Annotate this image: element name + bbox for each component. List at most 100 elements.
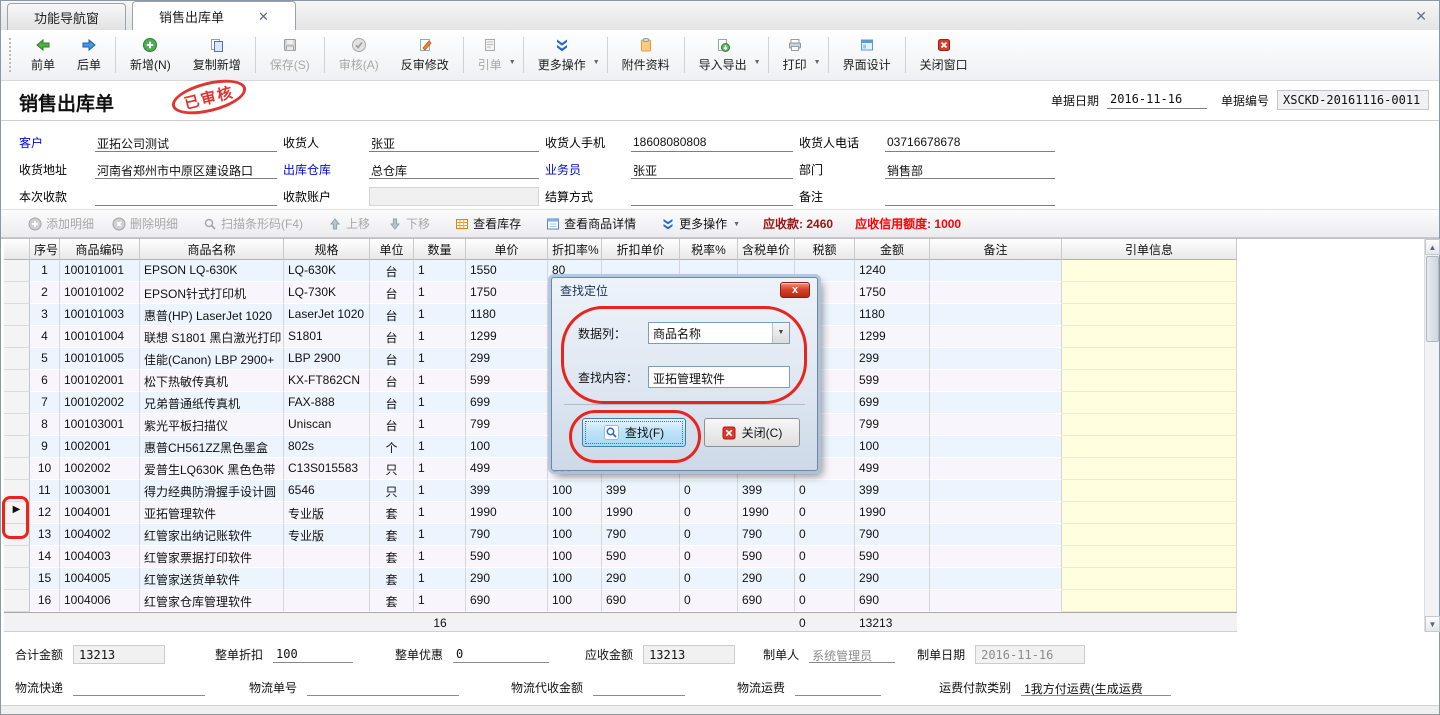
- cell-spec[interactable]: 802s: [284, 436, 370, 458]
- cell-disc_price[interactable]: 790: [602, 524, 680, 546]
- window-close-icon[interactable]: ✕: [1415, 8, 1427, 25]
- cell-ref[interactable]: [1062, 304, 1237, 326]
- cell-amount[interactable]: 1299: [855, 326, 930, 348]
- cell-qty[interactable]: 1: [414, 436, 466, 458]
- cell-note[interactable]: [930, 546, 1062, 568]
- cell-price[interactable]: 799: [466, 414, 548, 436]
- cell-code[interactable]: 1002002: [60, 458, 140, 480]
- cell-unit[interactable]: 台: [370, 392, 414, 414]
- salesman-field[interactable]: 张亚: [631, 161, 793, 179]
- delete-row-button[interactable]: 删除明细: [103, 215, 187, 232]
- cell-unit[interactable]: 个: [370, 436, 414, 458]
- cell-tax_amount[interactable]: 0: [795, 480, 855, 502]
- cell-qty[interactable]: 1: [414, 524, 466, 546]
- cell-unit[interactable]: 台: [370, 370, 414, 392]
- consignee-mobile-field[interactable]: 18608080808: [631, 134, 793, 152]
- cell-name[interactable]: 红管家送货单软件: [140, 568, 284, 590]
- cell-amount[interactable]: 399: [855, 480, 930, 502]
- cell-ref[interactable]: [1062, 282, 1237, 304]
- cell-tax_price[interactable]: 290: [738, 568, 795, 590]
- cell-note[interactable]: [930, 458, 1062, 480]
- cell-qty[interactable]: 1: [414, 414, 466, 436]
- cell-price[interactable]: 1550: [466, 260, 548, 282]
- cell-spec[interactable]: [284, 568, 370, 590]
- row-selector[interactable]: [4, 590, 30, 612]
- cell-ref[interactable]: [1062, 436, 1237, 458]
- cell-spec[interactable]: C13S015583: [284, 458, 370, 480]
- cell-amount[interactable]: 799: [855, 414, 930, 436]
- column-header-amount[interactable]: 金额: [855, 239, 930, 260]
- cell-tax_amount[interactable]: 0: [795, 546, 855, 568]
- dialog-close-icon[interactable]: x: [780, 282, 810, 298]
- cell-qty[interactable]: 1: [414, 348, 466, 370]
- more-actions2-button[interactable]: 更多操作 ▼: [652, 215, 749, 232]
- add-row-button[interactable]: 添加明细: [19, 215, 103, 232]
- cell-disc_price[interactable]: 290: [602, 568, 680, 590]
- cell-disc_rate[interactable]: 100: [548, 546, 602, 568]
- cell-unit[interactable]: 只: [370, 458, 414, 480]
- cell-qty[interactable]: 1: [414, 370, 466, 392]
- cell-ref[interactable]: [1062, 524, 1237, 546]
- table-row[interactable]: ▶121004001亚拓管理软件专业版套11990100199001990019…: [4, 502, 1237, 524]
- cell-amount[interactable]: 690: [855, 590, 930, 612]
- cell-name[interactable]: 联想 S1801 黑白激光打印: [140, 326, 284, 348]
- print-button[interactable]: 打印: [772, 33, 818, 77]
- row-selector[interactable]: [4, 546, 30, 568]
- column-header-disc_price[interactable]: 折扣单价: [602, 239, 680, 260]
- cell-amount[interactable]: 1990: [855, 502, 930, 524]
- cell-note[interactable]: [930, 348, 1062, 370]
- cell-name[interactable]: 兄弟普通纸传真机: [140, 392, 284, 414]
- cell-amount[interactable]: 590: [855, 546, 930, 568]
- cell-seq[interactable]: 4: [30, 326, 60, 348]
- cell-seq[interactable]: 1: [30, 260, 60, 282]
- cell-code[interactable]: 1002001: [60, 436, 140, 458]
- cell-qty[interactable]: 1: [414, 546, 466, 568]
- cell-note[interactable]: [930, 304, 1062, 326]
- cell-amount[interactable]: 1180: [855, 304, 930, 326]
- row-selector[interactable]: [4, 260, 30, 282]
- doc-date-field[interactable]: 2016-11-16: [1107, 91, 1207, 109]
- warehouse-field[interactable]: 总仓库: [369, 161, 539, 179]
- tab-function-nav[interactable]: 功能导航窗: [7, 3, 126, 30]
- data-column-select[interactable]: 商品名称 ▼: [648, 322, 790, 344]
- cell-spec[interactable]: FAX-888: [284, 392, 370, 414]
- cell-price[interactable]: 599: [466, 370, 548, 392]
- chevron-down-icon[interactable]: ▼: [772, 323, 789, 343]
- row-selector[interactable]: [4, 436, 30, 458]
- scrollbar-thumb[interactable]: [1426, 256, 1439, 342]
- cell-ref[interactable]: [1062, 326, 1237, 348]
- column-header-tax_rate[interactable]: 税率%: [680, 239, 738, 260]
- cell-ref[interactable]: [1062, 480, 1237, 502]
- cell-note[interactable]: [930, 282, 1062, 304]
- cell-seq[interactable]: 16: [30, 590, 60, 612]
- cell-price[interactable]: 790: [466, 524, 548, 546]
- cell-disc_price[interactable]: 590: [602, 546, 680, 568]
- cell-disc_rate[interactable]: 100: [548, 524, 602, 546]
- cell-spec[interactable]: LQ-730K: [284, 282, 370, 304]
- logistics-fee-field[interactable]: [795, 679, 881, 696]
- cell-price[interactable]: 499: [466, 458, 548, 480]
- column-header-ref[interactable]: 引单信息: [1062, 239, 1237, 260]
- attachments-button[interactable]: 附件资料: [611, 33, 681, 77]
- cell-amount[interactable]: 699: [855, 392, 930, 414]
- cell-tax_price[interactable]: 690: [738, 590, 795, 612]
- cell-spec[interactable]: Uniscan: [284, 414, 370, 436]
- cell-qty[interactable]: 1: [414, 326, 466, 348]
- cell-amount[interactable]: 1240: [855, 260, 930, 282]
- cell-note[interactable]: [930, 480, 1062, 502]
- cell-name[interactable]: 亚拓管理软件: [140, 502, 284, 524]
- find-button[interactable]: 查找(F): [582, 418, 686, 447]
- next-doc-button[interactable]: 后单: [66, 33, 112, 77]
- cell-spec[interactable]: [284, 546, 370, 568]
- cell-price[interactable]: 690: [466, 590, 548, 612]
- cell-note[interactable]: [930, 414, 1062, 436]
- cell-price[interactable]: 1299: [466, 326, 548, 348]
- cell-qty[interactable]: 1: [414, 282, 466, 304]
- cell-code[interactable]: 100101004: [60, 326, 140, 348]
- cell-price[interactable]: 1180: [466, 304, 548, 326]
- column-header-price[interactable]: 单价: [466, 239, 548, 260]
- cell-tax_amount[interactable]: 0: [795, 524, 855, 546]
- cell-tax_rate[interactable]: 0: [680, 568, 738, 590]
- save-button[interactable]: 保存(S): [259, 33, 321, 77]
- cell-seq[interactable]: 7: [30, 392, 60, 414]
